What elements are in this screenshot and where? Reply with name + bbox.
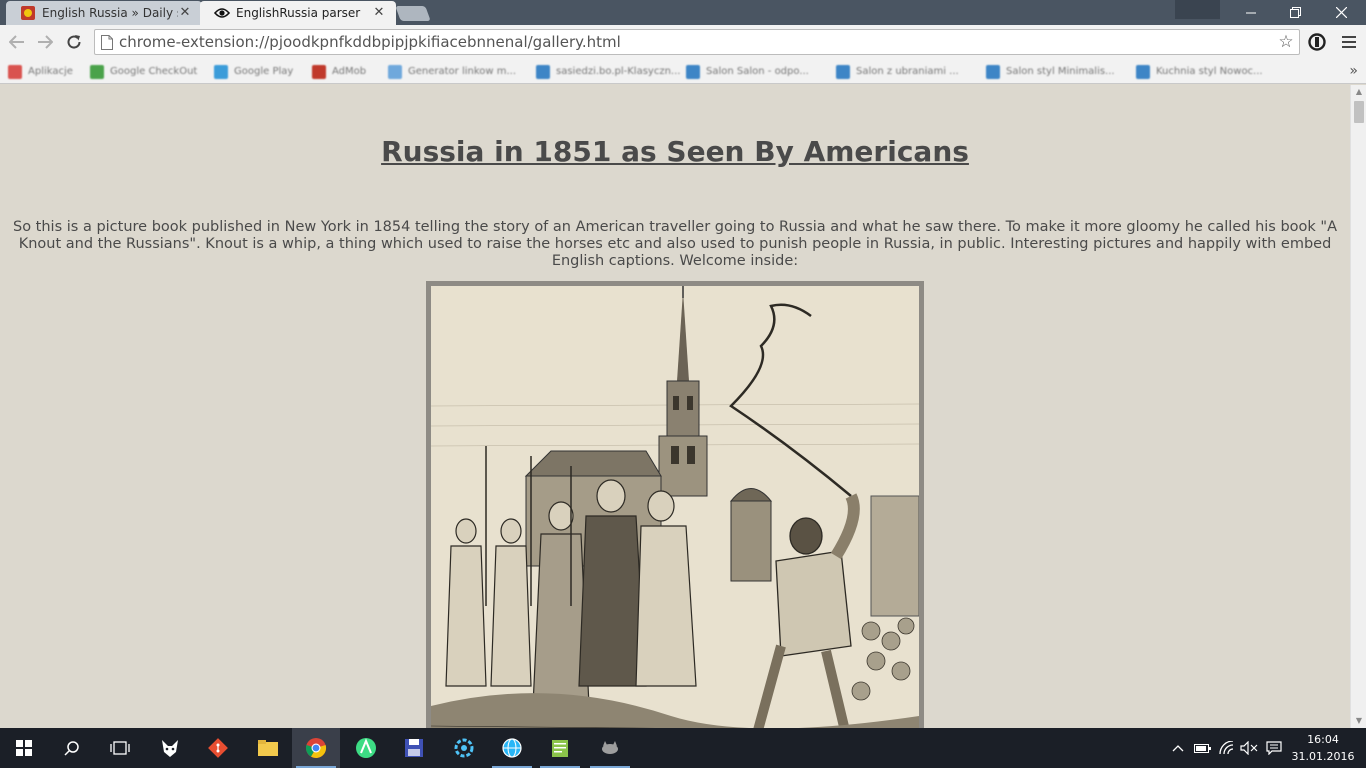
tab-title: EnglishRussia parser [236, 6, 361, 20]
bookmark-item[interactable]: Salon styl Minimalis... [986, 63, 1115, 80]
gallery-image[interactable] [426, 281, 924, 728]
minimize-icon[interactable] [1228, 0, 1274, 25]
vertical-scrollbar[interactable]: ▲ ▼ [1350, 85, 1366, 728]
url-text: chrome-extension://pjoodkpnfkddbpipjpkif… [119, 33, 621, 51]
bookmark-label: Google CheckOut [110, 66, 198, 77]
browser-toolbar: chrome-extension://pjoodkpnfkddbpipjpkif… [0, 25, 1366, 59]
bookmark-item[interactable]: Generator linkow m... [388, 63, 516, 80]
bookmark-favicon-icon [388, 64, 402, 79]
bookmark-item[interactable]: Salon Salon - odpo... [686, 63, 809, 80]
bookmark-label: Salon styl Minimalis... [1006, 66, 1115, 77]
page-viewport: Russia in 1851 as Seen By Americans So t… [0, 85, 1350, 728]
bookmark-label: Aplikacje [28, 66, 73, 77]
tray-overflow-chevron-icon[interactable] [1168, 728, 1188, 768]
bookmark-label: Google Play [234, 66, 294, 77]
tab-title: English Russia » Daily sele [42, 6, 178, 20]
scroll-thumb[interactable] [1354, 101, 1364, 123]
git-app-icon[interactable] [194, 728, 242, 768]
clock-time: 16:04 [1307, 733, 1339, 746]
knout-engraving-illustration [431, 286, 919, 728]
menu-icon[interactable] [1338, 31, 1360, 53]
search-icon[interactable] [48, 728, 96, 768]
englishrussia-favicon-icon [20, 5, 36, 21]
bookmark-favicon-icon [1136, 64, 1150, 79]
address-bar[interactable]: chrome-extension://pjoodkpnfkddbpipjpkif… [94, 29, 1300, 55]
cat-app-icon[interactable] [586, 728, 634, 768]
system-clock[interactable]: 16:04 31.01.2016 [1290, 731, 1356, 765]
page-title[interactable]: Russia in 1851 as Seen By Americans [0, 135, 1350, 168]
bookmark-label: AdMob [332, 66, 367, 77]
windows-taskbar: 16:04 31.01.2016 [0, 728, 1366, 768]
save-app-icon[interactable] [390, 728, 438, 768]
bookmark-label: Kuchnia styl Nowoc... [1156, 66, 1263, 77]
chrome-icon[interactable] [292, 728, 340, 768]
bookmark-label: Salon Salon - odpo... [706, 66, 809, 77]
task-view-icon[interactable] [96, 728, 144, 768]
bookmark-star-icon[interactable]: ☆ [1273, 32, 1299, 52]
bookmark-item[interactable]: Kuchnia styl Nowoc... [1136, 63, 1263, 80]
eye-icon [214, 5, 230, 21]
notepad-app-icon[interactable] [536, 728, 584, 768]
forward-button[interactable] [34, 31, 56, 53]
tab-strip: English Russia » Daily sele ✕ EnglishRus… [0, 0, 1366, 25]
volume-muted-icon[interactable] [1238, 728, 1260, 768]
globe-app-icon[interactable] [488, 728, 536, 768]
bookmark-label: Salon z ubraniami ... [856, 66, 959, 77]
close-window-icon[interactable] [1318, 0, 1364, 25]
bookmarks-bar: Aplikacje Google CheckOut Google Play AdMob… [0, 59, 1366, 84]
bookmark-label: Generator linkow m... [408, 66, 517, 77]
wifi-icon[interactable] [1216, 728, 1238, 768]
bookmark-favicon-icon [90, 64, 104, 79]
windows-start-icon[interactable] [0, 728, 48, 768]
action-center-icon[interactable] [1262, 728, 1286, 768]
bookmark-item[interactable]: AdMob [312, 63, 366, 80]
gear-app-icon[interactable] [440, 728, 488, 768]
clock-date: 31.01.2016 [1291, 750, 1355, 763]
file-explorer-icon[interactable] [244, 728, 292, 768]
bookmark-item[interactable]: Google CheckOut [90, 63, 197, 80]
profile-button[interactable] [1175, 0, 1220, 19]
page-icon [95, 34, 119, 50]
extension-icon[interactable] [1306, 31, 1328, 53]
bookmarks-overflow-icon[interactable]: » [1349, 63, 1358, 79]
bookmark-item[interactable]: Google Play [214, 63, 293, 80]
android-studio-icon[interactable] [342, 728, 390, 768]
bookmark-favicon-icon [836, 64, 850, 79]
bookmark-favicon-icon [536, 64, 550, 79]
intro-paragraph: So this is a picture book published in N… [13, 219, 1337, 269]
fox-app-icon[interactable] [146, 728, 194, 768]
tab-close-icon[interactable]: ✕ [372, 6, 386, 20]
new-tab-button[interactable] [395, 6, 431, 21]
bookmark-item[interactable]: sasiedzi.bo.pl-Klasyczn... [536, 63, 680, 80]
bookmark-favicon-icon [312, 64, 326, 79]
bookmark-item[interactable]: Aplikacje [8, 63, 73, 80]
restore-icon[interactable] [1272, 0, 1318, 25]
bookmark-favicon-icon [8, 64, 22, 79]
battery-icon[interactable] [1192, 728, 1214, 768]
reload-button[interactable] [63, 31, 85, 53]
tab-englishrussia-parser[interactable]: EnglishRussia parser ✕ [200, 1, 396, 25]
bookmark-favicon-icon [214, 64, 228, 79]
tab-close-icon[interactable]: ✕ [178, 6, 192, 20]
bookmark-item[interactable]: Salon z ubraniami ... [836, 63, 959, 80]
bookmark-label: sasiedzi.bo.pl-Klasyczn... [556, 66, 681, 77]
bookmark-favicon-icon [986, 64, 1000, 79]
scroll-up-arrow-icon[interactable]: ▲ [1351, 85, 1366, 99]
back-button[interactable] [6, 31, 28, 53]
tab-english-russia[interactable]: English Russia » Daily sele ✕ [6, 1, 202, 25]
bookmark-favicon-icon [686, 64, 700, 79]
scroll-down-arrow-icon[interactable]: ▼ [1351, 714, 1366, 728]
